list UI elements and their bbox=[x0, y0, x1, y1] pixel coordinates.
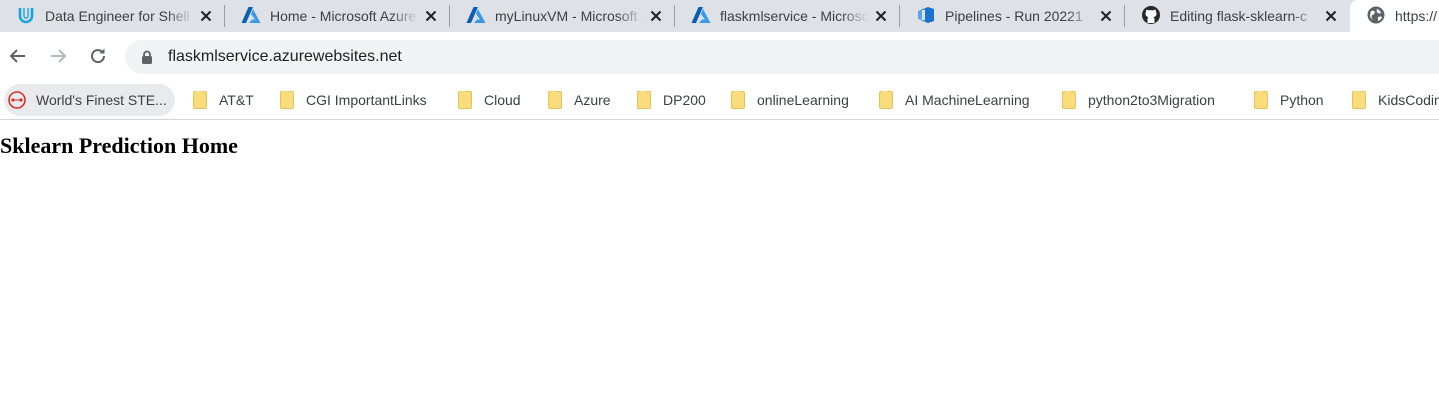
bookmark-label: Python bbox=[1280, 92, 1324, 108]
azure-icon bbox=[240, 4, 262, 26]
folder-icon bbox=[1252, 91, 1270, 109]
tab-azure-home[interactable]: Home - Microsoft Azure bbox=[225, 0, 450, 32]
tab-title: Editing flask-sklearn-c bbox=[1170, 8, 1307, 24]
browser-toolbar: flaskmlservice.azurewebsites.net bbox=[0, 32, 1439, 80]
page-heading: Sklearn Prediction Home bbox=[0, 133, 238, 158]
reload-icon bbox=[91, 48, 106, 64]
bookmark-label: World's Finest STE... bbox=[36, 92, 167, 108]
tab-github-editing[interactable]: Editing flask-sklearn-c bbox=[1125, 0, 1350, 32]
site-icon bbox=[8, 91, 26, 109]
reload-button[interactable] bbox=[86, 44, 110, 68]
udemy-icon bbox=[15, 4, 37, 26]
tab-title: flaskmlservice - Microsoft Azure bbox=[720, 8, 868, 24]
close-tab-icon[interactable] bbox=[422, 7, 440, 25]
back-arrow-icon bbox=[9, 49, 25, 63]
bookmark-folder-python2to3[interactable]: python2to3Migration bbox=[1060, 84, 1215, 116]
bookmark-folder-ai-ml[interactable]: AI MachineLearning bbox=[877, 84, 1030, 116]
close-tab-icon[interactable] bbox=[1322, 7, 1340, 25]
folder-icon bbox=[877, 91, 895, 109]
tab-mylinuxvm[interactable]: myLinuxVM - Microsoft Azure bbox=[450, 0, 675, 32]
tab-pipelines[interactable]: Pipelines - Run 20221 bbox=[900, 0, 1125, 32]
bookmark-folder-cloud[interactable]: Cloud bbox=[456, 84, 521, 116]
folder-icon bbox=[1060, 91, 1078, 109]
tab-active-site[interactable]: https:// bbox=[1350, 0, 1439, 32]
folder-icon bbox=[635, 91, 653, 109]
tab-title: Home - Microsoft Azure bbox=[270, 8, 417, 24]
globe-icon bbox=[1365, 4, 1387, 26]
bookmark-label: onlineLearning bbox=[757, 92, 849, 108]
azure-devops-icon bbox=[915, 4, 937, 26]
forward-button[interactable] bbox=[46, 44, 70, 68]
folder-icon bbox=[456, 91, 474, 109]
bookmarks-bar: World's Finest STE... AT&T CGI Important… bbox=[0, 80, 1439, 120]
close-tab-icon[interactable] bbox=[1097, 7, 1115, 25]
folder-icon bbox=[1350, 91, 1368, 109]
azure-icon bbox=[690, 4, 712, 26]
bookmark-label: python2to3Migration bbox=[1088, 92, 1215, 108]
tab-title: myLinuxVM - Microsoft Azure bbox=[495, 8, 643, 24]
close-tab-icon[interactable] bbox=[872, 7, 890, 25]
bookmark-folder-azure[interactable]: Azure bbox=[546, 84, 611, 116]
bookmark-folder-python[interactable]: Python bbox=[1252, 84, 1324, 116]
bookmark-label: AI MachineLearning bbox=[905, 92, 1030, 108]
bookmark-folder-cgi[interactable]: CGI ImportantLinks bbox=[278, 84, 427, 116]
close-tab-icon[interactable] bbox=[647, 7, 665, 25]
azure-icon bbox=[465, 4, 487, 26]
bookmark-folder-att[interactable]: AT&T bbox=[191, 84, 254, 116]
bookmark-label: KidsCoding bbox=[1378, 92, 1439, 108]
lock-icon[interactable] bbox=[140, 50, 154, 64]
close-tab-icon[interactable] bbox=[197, 7, 215, 25]
bookmark-label: Azure bbox=[574, 92, 611, 108]
tab-title: https:// bbox=[1395, 8, 1438, 24]
bookmark-label: Cloud bbox=[484, 92, 521, 108]
tab-title: Data Engineer for Shell bbox=[45, 8, 190, 24]
bookmark-label: DP200 bbox=[663, 92, 706, 108]
tab-data-engineer[interactable]: Data Engineer for Shell bbox=[0, 0, 225, 32]
forward-arrow-icon bbox=[51, 49, 67, 63]
tab-title: Pipelines - Run 20221 bbox=[945, 8, 1083, 24]
back-button[interactable] bbox=[6, 44, 30, 68]
address-bar[interactable]: flaskmlservice.azurewebsites.net bbox=[125, 40, 1439, 74]
github-icon bbox=[1140, 4, 1162, 26]
tab-flaskmlservice[interactable]: flaskmlservice - Microsoft Azure bbox=[675, 0, 900, 32]
page-viewport: Sklearn Prediction Home bbox=[0, 121, 1439, 398]
folder-icon bbox=[278, 91, 296, 109]
folder-icon bbox=[191, 91, 209, 109]
url-text[interactable]: flaskmlservice.azurewebsites.net bbox=[168, 47, 402, 67]
bookmark-label: AT&T bbox=[219, 92, 254, 108]
folder-icon bbox=[546, 91, 564, 109]
tab-strip: Data Engineer for Shell Home - Microsoft… bbox=[0, 0, 1439, 32]
bookmark-folder-dp200[interactable]: DP200 bbox=[635, 84, 706, 116]
bookmark-label: CGI ImportantLinks bbox=[306, 92, 427, 108]
bookmark-worlds-finest[interactable]: World's Finest STE... bbox=[4, 84, 175, 116]
bookmark-folder-onlinelearning[interactable]: onlineLearning bbox=[729, 84, 849, 116]
bookmark-folder-kidscoding[interactable]: KidsCoding bbox=[1350, 84, 1439, 116]
folder-icon bbox=[729, 91, 747, 109]
